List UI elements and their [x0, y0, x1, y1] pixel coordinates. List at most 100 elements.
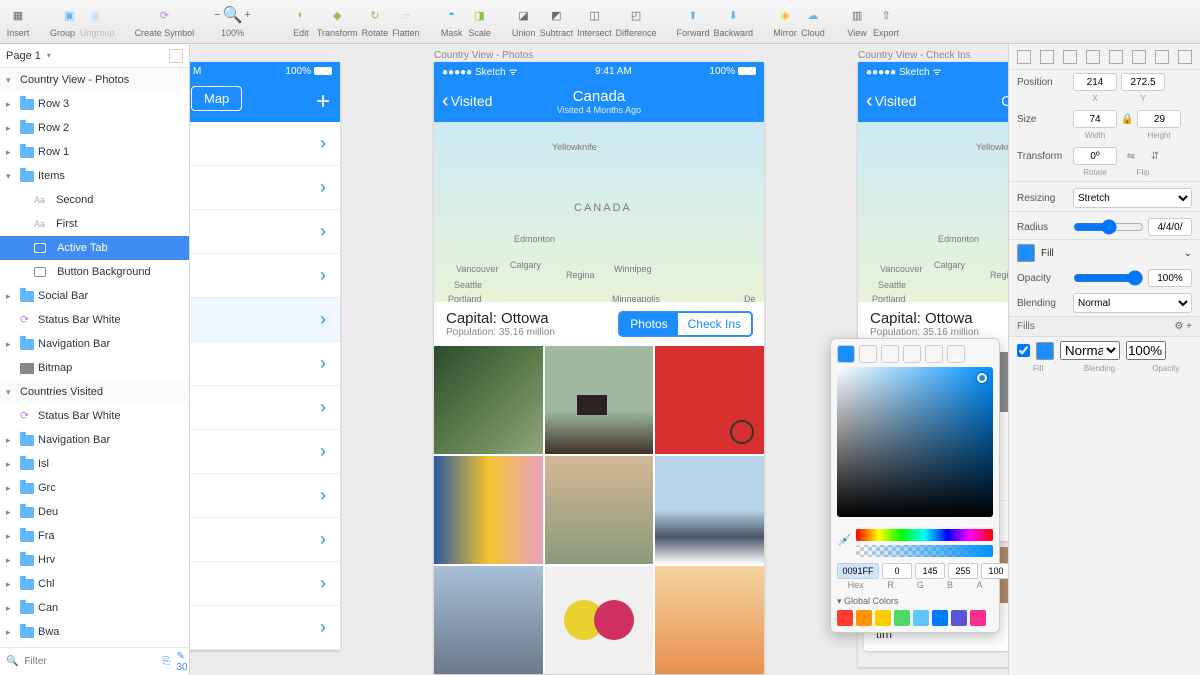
flip-h-icon[interactable]: ⇋: [1121, 151, 1141, 162]
tree-item[interactable]: ▸Row 1: [0, 140, 189, 164]
tree-section[interactable]: ▾Country View - Photos: [0, 68, 189, 92]
list-row[interactable]: ›: [190, 298, 340, 342]
tb-export[interactable]: ⇧Export: [873, 2, 899, 38]
tb-mask[interactable]: ◓Mask: [440, 2, 464, 38]
tree-item[interactable]: ▸Deu: [0, 500, 189, 524]
fill-color-swatch[interactable]: [1036, 342, 1054, 360]
list-row[interactable]: ›: [190, 122, 340, 166]
tb-symbol[interactable]: ⟳Create Symbol: [135, 2, 195, 38]
tb-edit[interactable]: ◐Edit: [289, 2, 313, 38]
list-row[interactable]: ›: [190, 386, 340, 430]
tree-item[interactable]: Bitmap: [0, 356, 189, 380]
fill-swatch[interactable]: [1017, 244, 1035, 262]
add-fill-icon[interactable]: +: [1186, 321, 1192, 332]
height-input[interactable]: [1137, 110, 1181, 128]
photo-cell[interactable]: [545, 456, 654, 564]
plus-icon[interactable]: +: [316, 88, 330, 116]
list-row[interactable]: ›: [190, 342, 340, 386]
photo-cell[interactable]: [434, 346, 543, 454]
a-input[interactable]: [981, 563, 1008, 579]
list-row[interactable]: ›: [190, 474, 340, 518]
tree-item[interactable]: ▸Row 2: [0, 116, 189, 140]
tb-forward[interactable]: ⬆Forward: [677, 2, 710, 38]
tb-intersect[interactable]: ◫Intersect: [577, 2, 612, 38]
tb-subtract[interactable]: ◩Subtract: [540, 2, 574, 38]
hex-input[interactable]: [837, 563, 879, 579]
tb-flatten[interactable]: ▱Flatten: [392, 2, 420, 38]
tree-item[interactable]: ▸Can: [0, 596, 189, 620]
tree-item[interactable]: ▸Chl: [0, 572, 189, 596]
lock-icon[interactable]: 🔒: [1121, 114, 1133, 125]
tb-group[interactable]: ▣▣Group Ungroup: [50, 2, 115, 38]
photo-cell[interactable]: [434, 456, 543, 564]
list-row[interactable]: ›: [190, 562, 340, 606]
list-row[interactable]: ›: [190, 430, 340, 474]
x-input[interactable]: [1073, 73, 1117, 91]
tree-item[interactable]: ▸Row 3: [0, 92, 189, 116]
list-row[interactable]: ›: [190, 606, 340, 650]
flip-v-icon[interactable]: ⇵: [1145, 151, 1165, 162]
g-input[interactable]: [915, 563, 945, 579]
list-row[interactable]: ›: [190, 166, 340, 210]
tree-item[interactable]: ▸Hrv: [0, 548, 189, 572]
artboard-label[interactable]: Country View - Photos: [434, 50, 533, 61]
color-swatches[interactable]: [837, 610, 993, 626]
tree-item[interactable]: ▸Isl: [0, 452, 189, 476]
radius-input[interactable]: [1148, 218, 1192, 236]
tree-section[interactable]: ▾Countries Visited: [0, 380, 189, 404]
back-button[interactable]: ‹Visited: [442, 90, 492, 113]
global-colors-toggle[interactable]: ▾ Global Colors: [837, 596, 993, 607]
photo-cell[interactable]: [655, 456, 764, 564]
b-input[interactable]: [948, 563, 978, 579]
artboard-countries[interactable]: M100% Map + › › › › › › › › › › › ›: [190, 62, 340, 650]
tree-item[interactable]: ⟳Status Bar White: [0, 404, 189, 428]
tree-item[interactable]: Aa Second: [0, 188, 189, 212]
tb-scale[interactable]: ◨Scale: [468, 2, 492, 38]
photo-cell[interactable]: [655, 346, 764, 454]
map-view[interactable]: CANADA Yellowknife Edmonton Calgary Regi…: [434, 122, 764, 302]
artboard-label[interactable]: Country View - Check Ins: [858, 50, 971, 61]
tree-item[interactable]: ⟳Status Bar White: [0, 308, 189, 332]
resizing-select[interactable]: Stretch: [1073, 188, 1192, 208]
back-button[interactable]: ‹Visited: [866, 90, 916, 113]
seg-photos[interactable]: Photos: [620, 313, 677, 335]
tree-item[interactable]: ▸Grc: [0, 476, 189, 500]
copy-icon[interactable]: ⎘: [162, 656, 170, 667]
pages-grid-icon[interactable]: [169, 49, 183, 63]
photo-cell[interactable]: [655, 566, 764, 674]
tree-item-selected[interactable]: Active Tab: [0, 236, 189, 260]
map-view[interactable]: Yellowknife Edmonton Calgary Regina Vanc…: [858, 122, 1008, 302]
tree-item[interactable]: Aa First: [0, 212, 189, 236]
fill-enabled[interactable]: [1017, 344, 1030, 357]
tree-item[interactable]: ▸Bwa: [0, 620, 189, 644]
tree-item[interactable]: ▸Navigation Bar: [0, 332, 189, 356]
gear-icon[interactable]: ⚙: [1174, 321, 1183, 332]
list-row[interactable]: ›: [190, 210, 340, 254]
map-button[interactable]: Map: [191, 86, 242, 111]
tb-mirror[interactable]: ◈Mirror: [773, 2, 797, 38]
opacity-slider[interactable]: [1073, 269, 1144, 287]
tb-union[interactable]: ◪Union: [512, 2, 536, 38]
opacity-input[interactable]: [1148, 269, 1192, 287]
tree-item[interactable]: ▾Items: [0, 164, 189, 188]
tb-view[interactable]: ▥View: [845, 2, 869, 38]
tb-insert[interactable]: ▦Insert: [6, 2, 30, 38]
fill-options-icon[interactable]: ⌄: [1184, 248, 1192, 259]
list-row[interactable]: ›: [190, 254, 340, 298]
seg-checkins[interactable]: Check Ins: [678, 313, 751, 335]
tree-item[interactable]: ▸Social Bar: [0, 284, 189, 308]
color-picker[interactable]: 💉 HexRGBA ▾ Global Colors: [830, 338, 1000, 633]
fill-blend-select[interactable]: Normal: [1060, 341, 1120, 360]
pages-selector[interactable]: Page 1▾: [0, 44, 189, 68]
tb-zoom[interactable]: −🔍+100%: [214, 2, 251, 38]
alpha-slider[interactable]: [856, 545, 993, 557]
filter-input[interactable]: [24, 656, 156, 667]
radius-slider[interactable]: [1073, 218, 1144, 236]
artboard-photos[interactable]: ●●●●● Sketch ᯤ9:41 AM100% ‹Visited Canad…: [434, 62, 764, 674]
r-input[interactable]: [882, 563, 912, 579]
hue-slider[interactable]: [856, 529, 993, 541]
rotate-input[interactable]: [1073, 147, 1117, 165]
tree-item[interactable]: ▸Fra: [0, 524, 189, 548]
tb-rotate[interactable]: ↻Rotate: [362, 2, 389, 38]
tb-backward[interactable]: ⬇Backward: [714, 2, 754, 38]
